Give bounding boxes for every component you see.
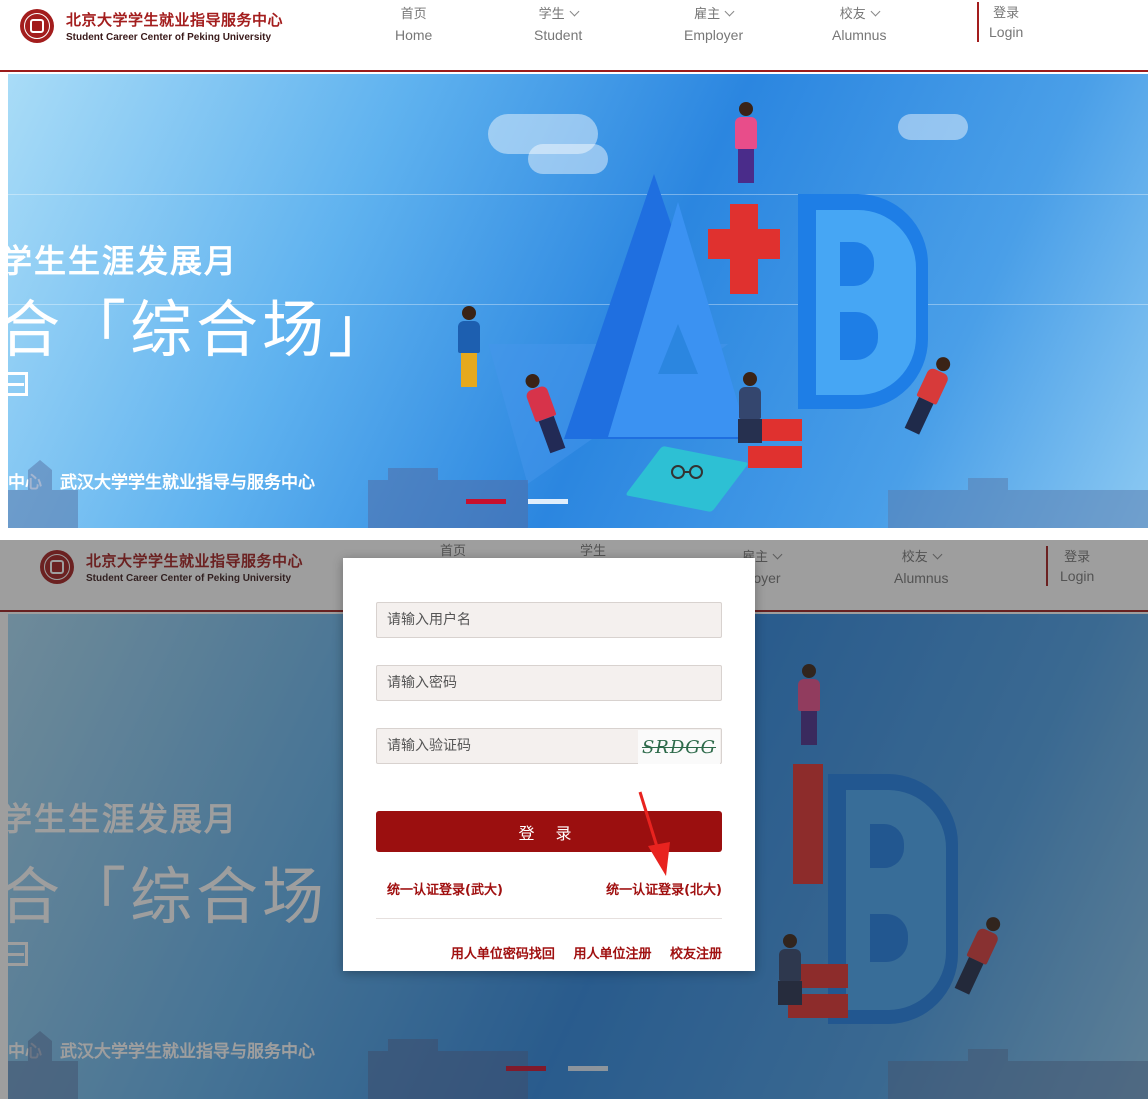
password-input[interactable] [376, 665, 722, 701]
banner-title-line1: 学生生涯发展月 [8, 242, 239, 280]
alumni-register-link[interactable]: 校友注册 [670, 947, 722, 962]
carousel-dot[interactable] [528, 499, 568, 504]
person-telescope [735, 102, 757, 183]
cloud-shape [898, 114, 968, 140]
site-header: 北京大学学生就业指导服务中心 Student Career Center of … [0, 0, 1148, 72]
cloud-shape [528, 144, 608, 174]
username-input[interactable] [376, 602, 722, 638]
carousel-dot-active[interactable] [466, 499, 506, 504]
banner-title-line3 [8, 372, 28, 396]
nav-employer[interactable]: 雇主 Employer [684, 5, 743, 45]
org-name-cn: 北京大学学生就业指导服务中心 [66, 11, 284, 29]
person-reading [738, 372, 762, 443]
nav-alumnus[interactable]: 校友 Alumnus [832, 5, 886, 45]
employer-password-recovery-link[interactable]: 用人单位密码找回 [451, 947, 555, 962]
chevron-down-icon [870, 6, 881, 17]
employer-register-link[interactable]: 用人单位注册 [573, 947, 651, 962]
hero-banner[interactable]: 学生生涯发展月 合「综合场」 中心 武汉大学学生就业指导与服务中心 [8, 74, 1148, 528]
login-modal: SRDGG 登 录 统一认证登录(武大) 统一认证登录(北大) 用人单位密码找回… [343, 558, 755, 971]
chevron-down-icon [569, 6, 580, 17]
site-logo[interactable]: 北京大学学生就业指导服务中心 Student Career Center of … [20, 9, 283, 43]
modal-bottom-links: 用人单位密码找回 用人单位注册 校友注册 [437, 943, 722, 962]
nav-home[interactable]: 首页 Home [395, 5, 432, 45]
pku-seal-icon [20, 9, 54, 43]
person-tablet [458, 306, 480, 387]
nav-divider [977, 2, 979, 42]
login-link[interactable]: 登录 Login [989, 4, 1023, 42]
sso-login-whu-link[interactable]: 统一认证登录(武大) [387, 879, 503, 898]
captcha-image[interactable]: SRDGG [638, 730, 720, 764]
banner-title-line2: 合「综合场」 [8, 293, 395, 366]
modal-divider [376, 918, 722, 919]
chevron-down-icon [724, 6, 735, 17]
nav-student[interactable]: 学生 Student [534, 5, 582, 45]
homepage-screenshot: 北京大学学生就业指导服务中心 Student Career Center of … [0, 0, 1148, 528]
city-skyline [8, 460, 1148, 528]
annotation-arrow-icon [638, 791, 670, 876]
org-name-en: Student Career Center of Peking Universi… [66, 32, 272, 43]
sso-login-pku-link[interactable]: 统一认证登录(北大) [606, 879, 722, 898]
